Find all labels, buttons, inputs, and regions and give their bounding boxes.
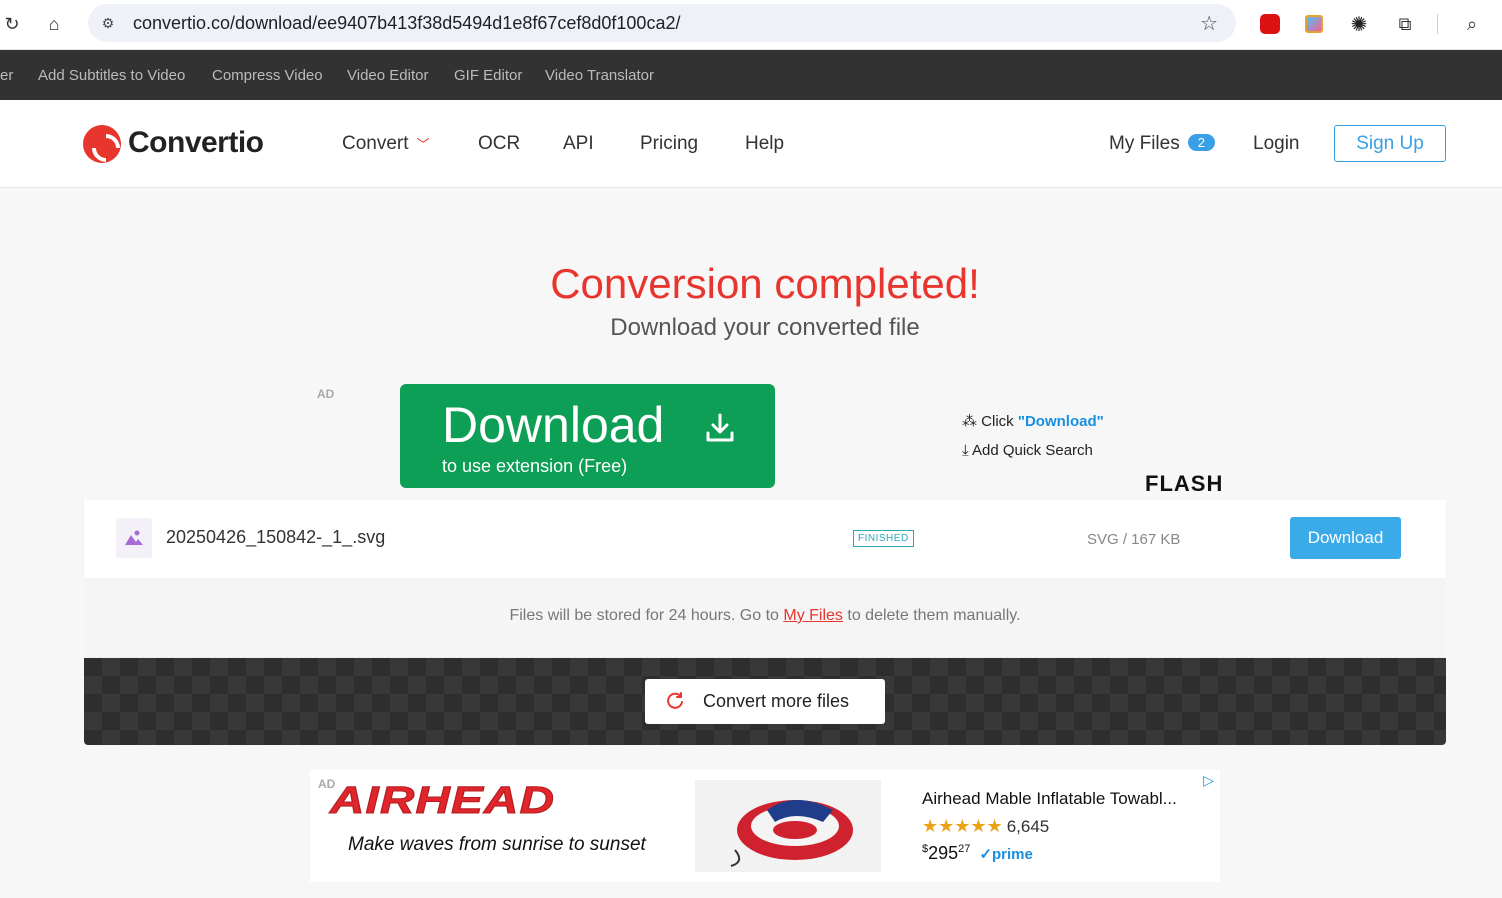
refresh-icon: [667, 692, 683, 709]
site-logo[interactable]: Convertio: [128, 126, 264, 160]
tool-link[interactable]: Video Editor: [347, 67, 428, 84]
file-size: SVG / 167 KB: [1087, 531, 1181, 548]
star-icon[interactable]: ☆: [1200, 11, 1218, 36]
download-icon: [706, 413, 734, 442]
prime-label: prime: [992, 846, 1033, 863]
nav-convert-label: Convert: [342, 133, 409, 154]
reload-icon[interactable]: ↻: [0, 12, 24, 36]
home-icon[interactable]: ⌂: [42, 12, 66, 36]
ad-step-click-highlight: "Download": [1017, 413, 1104, 430]
lens-icon[interactable]: ⌕: [1460, 12, 1484, 36]
ad-download-title: Download: [442, 397, 665, 453]
storage-notice: Files will be stored for 24 hours. Go to…: [84, 578, 1446, 658]
price-whole: 295: [928, 843, 959, 863]
product-rating: ★★★★★ 6,645: [922, 816, 1049, 837]
tool-link[interactable]: Add Subtitles to Video: [38, 67, 185, 84]
product-price: $29527 ✓prime: [922, 843, 1033, 864]
tool-link[interactable]: er: [0, 67, 13, 84]
ad-step-click: ⁂ Click "Download": [962, 412, 1104, 430]
ad-download-subtitle: to use extension (Free): [442, 456, 628, 476]
prime-badge: ✓prime: [979, 846, 1033, 863]
gear-extension-icon[interactable]: ✺: [1347, 12, 1371, 36]
star-rating-icon: ★★★★★: [922, 816, 1003, 836]
page-title: Conversion completed!: [550, 260, 980, 307]
files-count-badge: 2: [1187, 134, 1215, 151]
ad-step-add: ⤓ Add Quick Search: [962, 442, 1093, 459]
ad-label: AD: [317, 387, 335, 401]
my-files-link[interactable]: My Files 2: [1109, 133, 1215, 155]
browser-chrome: ↻ ⌂ ⚙ convertio.co/download/ee9407b413f3…: [0, 0, 1502, 50]
storage-prefix: Files will be stored for 24 hours. Go to: [509, 607, 784, 624]
ad-step-add-label: Add Quick Search: [971, 442, 1093, 459]
ad-download-button[interactable]: Download to use extension (Free): [400, 384, 775, 488]
file-download-button[interactable]: Download: [1290, 517, 1401, 559]
review-count: 6,645: [1006, 817, 1050, 836]
puzzle-icon[interactable]: ⧉: [1393, 12, 1417, 36]
nav-help[interactable]: Help: [745, 133, 784, 155]
tools-bar: er Add Subtitles to Video Compress Video…: [0, 50, 1502, 100]
convert-more-button[interactable]: Convert more files: [645, 679, 885, 724]
download-small-icon: ⤓: [962, 442, 969, 459]
tool-link[interactable]: Video Translator: [545, 67, 654, 84]
image-icon: [125, 530, 143, 545]
image-file-icon: [116, 518, 152, 558]
nav-ocr[interactable]: OCR: [478, 133, 520, 155]
toolbar-divider: [1437, 14, 1438, 34]
status-badge: FINISHED: [853, 530, 914, 547]
adchoices-icon[interactable]: ▷: [1203, 772, 1214, 789]
towable-tube-image: [730, 800, 853, 867]
convertio-logo-icon[interactable]: [83, 125, 121, 163]
login-link[interactable]: Login: [1253, 133, 1300, 155]
convert-more-panel: Convert more files: [84, 658, 1446, 745]
file-name: 20250426_150842-_1_.svg: [166, 527, 386, 547]
cursor-click-icon: ⁂: [962, 413, 977, 430]
signup-button[interactable]: Sign Up: [1334, 125, 1446, 162]
tool-link[interactable]: GIF Editor: [454, 67, 522, 84]
url-text[interactable]: convertio.co/download/ee9407b413f38d5494…: [133, 13, 680, 34]
product-ad[interactable]: AD AIRHEAD Make waves from sunrise to su…: [310, 770, 1220, 882]
nav-api[interactable]: API: [563, 133, 594, 155]
nav-pricing[interactable]: Pricing: [640, 133, 698, 155]
site-header: Convertio Convert ﹀ OCR API Pricing Help …: [0, 100, 1502, 188]
storage-suffix: to delete them manually.: [842, 607, 1021, 624]
airhead-logo: AIRHEAD: [329, 780, 556, 823]
ad-step-click-prefix: Click: [981, 413, 1018, 430]
storage-text: Files will be stored for 24 hours. Go to…: [84, 607, 1446, 625]
tune-icon[interactable]: ⚙: [98, 13, 118, 33]
tool-link[interactable]: Compress Video: [212, 67, 323, 84]
price-cents: 27: [958, 843, 971, 855]
nav-convert[interactable]: Convert ﹀: [342, 133, 430, 155]
flash-label: FLASH: [1145, 471, 1224, 496]
my-files-inline-link[interactable]: My Files: [783, 607, 843, 624]
file-row: 20250426_150842-_1_.svg FINISHED SVG / 1…: [84, 500, 1446, 578]
chevron-down-icon: ﹀: [416, 137, 430, 152]
adblock-icon[interactable]: [1258, 12, 1282, 36]
product-title[interactable]: Airhead Mable Inflatable Towabl...: [922, 789, 1177, 809]
ad-tagline: Make waves from sunrise to sunset: [348, 834, 646, 855]
page-subtitle: Download your converted file: [610, 314, 920, 341]
convert-more-label: Convert more files: [703, 691, 850, 711]
my-files-label: My Files: [1109, 133, 1180, 154]
image-extension-icon[interactable]: [1302, 12, 1326, 36]
address-bar[interactable]: ⚙ convertio.co/download/ee9407b413f38d54…: [88, 4, 1236, 42]
product-image[interactable]: [695, 780, 881, 872]
